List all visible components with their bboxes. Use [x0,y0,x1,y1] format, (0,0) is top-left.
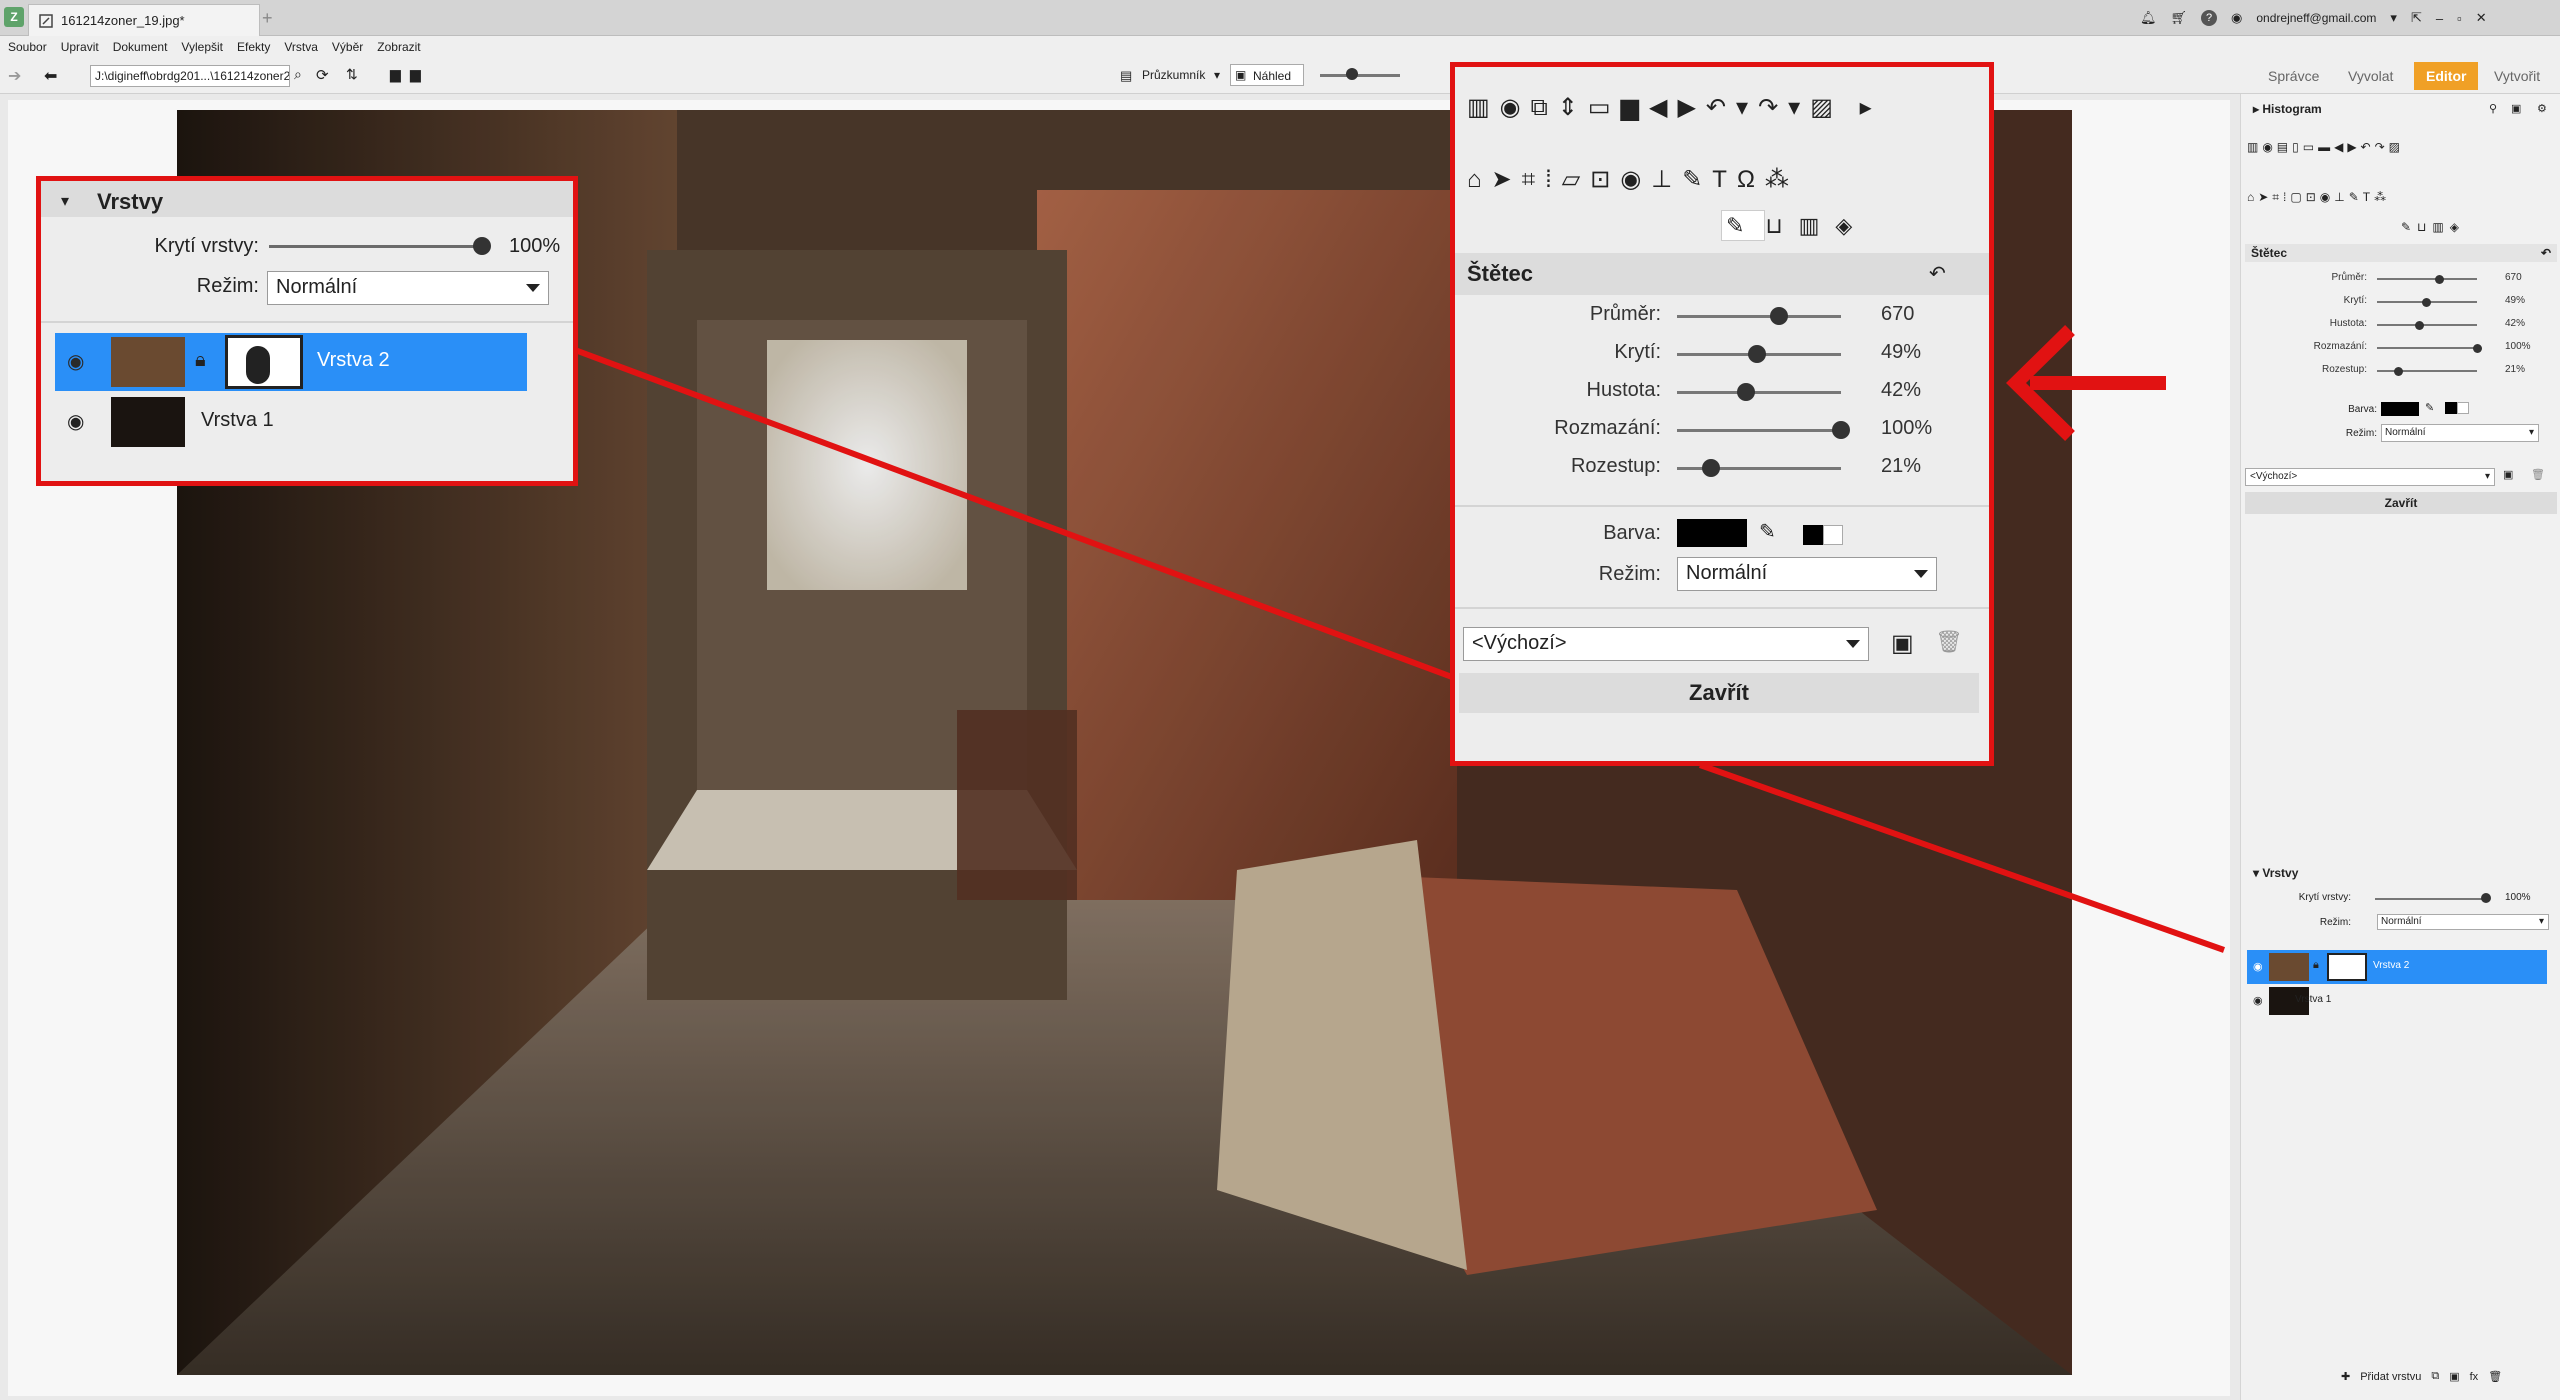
brush-tool-options[interactable]: ✎ ⊔▥◈ [1721,210,1971,249]
layer-thumbnail [111,337,185,387]
brush-param-label: Rozmazání: [1554,417,1661,439]
callout-line-layers [573,347,1462,683]
preset-value: <Výchozí> [1472,632,1567,654]
mask-shape [246,346,270,384]
brush-param-slider-knob[interactable] [1832,421,1850,439]
layer-row[interactable]: ◉ Vrstva 1 [55,393,527,451]
toolbar-row-1[interactable]: ▥◉⧉⇕▭▆◀▶↶▾↷▾▨ ▸ [1467,93,1987,123]
layer-opacity-value: 100% [509,235,561,257]
layer-opacity-track[interactable] [269,245,483,248]
layer-row-selected[interactable]: ◉ 🔒︎ Vrstva 2 [55,333,527,391]
layer-opacity-knob[interactable] [473,237,491,255]
brush-param-label: Krytí: [1614,341,1661,363]
collapse-arrow-icon: ▾ [61,193,70,210]
brush-params: Průměr: 670 Krytí: 49% Hustota: 42% Rozmazání:… [1455,303,1989,503]
brush-param-slider-knob[interactable] [1736,383,1755,401]
layer-mode-label: Režim: [196,275,259,297]
color-swatch[interactable] [1677,519,1747,547]
chevron-down-icon [1914,570,1928,578]
brush-title: Štětec [1467,261,1534,286]
brush-param-row: Rozmazání: 100% [1455,417,1989,455]
brush-param-row: Rozestup: 21% [1455,455,1989,493]
gradient-icon[interactable]: ▥ [1799,213,1836,238]
brush-param-row: Hustota: 42% [1455,379,1989,417]
visibility-eye-icon[interactable]: ◉ [67,349,84,374]
lock-icon[interactable]: 🔒︎ [195,349,206,372]
brush-mode-value: Normální [1686,562,1768,584]
brush-param-slider-track[interactable] [1677,429,1841,432]
divider [1455,505,1989,507]
layers-header[interactable]: ▾ Vrstvy [41,181,573,217]
brush-mode-label: Režim: [1598,563,1661,585]
divider [1455,607,1989,609]
callout-arrow-icon [2006,325,2166,441]
eraser-icon[interactable]: ◈ [1835,213,1868,238]
layer-thumbnail [111,397,185,447]
chevron-down-icon [1846,640,1860,648]
layers-zoom-box: ▾ Vrstvy Krytí vrstvy: 100% Režim: Normá… [36,176,578,486]
brush-param-label: Rozestup: [1570,455,1661,477]
brush-param-slider-track[interactable] [1677,315,1841,318]
reset-icon[interactable]: ↶ [1929,261,1946,286]
toolbar-row-2[interactable]: ⌂➤⌗⁞▱⊡◉⊥✎TΩ⁂ [1467,165,1987,195]
brush-param-value: 21% [1881,455,1922,477]
brush-param-value: 49% [1881,341,1922,363]
eyedropper-icon[interactable]: ✎ [1759,519,1776,544]
brush-param-label: Hustota: [1586,379,1661,401]
color-label: Barva: [1603,522,1661,544]
background-swatch[interactable] [1823,525,1843,545]
layer-mode-select[interactable]: Normální [267,271,549,305]
brush-param-label: Průměr: [1589,303,1661,325]
callout-line-brush [1699,762,2225,953]
close-button[interactable]: Zavřít [1459,673,1979,713]
brush-param-value: 100% [1881,417,1933,439]
brush-param-slider-knob[interactable] [1769,307,1788,325]
brush-icon[interactable]: ✎ [1721,210,1766,241]
brush-header: Štětec ↶ [1455,253,1989,295]
visibility-eye-icon[interactable]: ◉ [67,409,84,434]
layer-name: Vrstva 1 [201,409,274,431]
brush-param-value: 42% [1881,379,1922,401]
bucket-icon[interactable]: ⊔ [1765,213,1798,238]
preset-select[interactable]: <Výchozí> [1463,627,1869,661]
brush-param-slider-knob[interactable] [1748,345,1767,363]
layer-opacity-label: Krytí vrstvy: [154,235,259,257]
chevron-down-icon [526,284,540,292]
divider [41,321,573,323]
brush-zoom-box: ▥◉⧉⇕▭▆◀▶↶▾↷▾▨ ▸ ⌂➤⌗⁞▱⊡◉⊥✎TΩ⁂ ✎ ⊔▥◈ Štětec… [1450,62,1994,766]
delete-preset-icon[interactable]: 🗑︎ [1935,629,1963,655]
layer-name: Vrstva 2 [317,349,390,371]
save-preset-icon[interactable]: ▣ [1891,629,1914,658]
brush-param-row: Krytí: 49% [1455,341,1989,379]
layer-mask-thumbnail[interactable] [225,335,303,389]
brush-mode-select[interactable]: Normální [1677,557,1937,591]
brush-param-slider-track[interactable] [1677,391,1841,394]
foreground-swatch[interactable] [1803,525,1823,545]
brush-param-row: Průměr: 670 [1455,303,1989,341]
layer-mode-value: Normální [276,276,358,298]
brush-param-value: 670 [1881,303,1915,325]
brush-param-slider-knob[interactable] [1702,459,1721,477]
layers-title: Vrstvy [97,189,164,214]
